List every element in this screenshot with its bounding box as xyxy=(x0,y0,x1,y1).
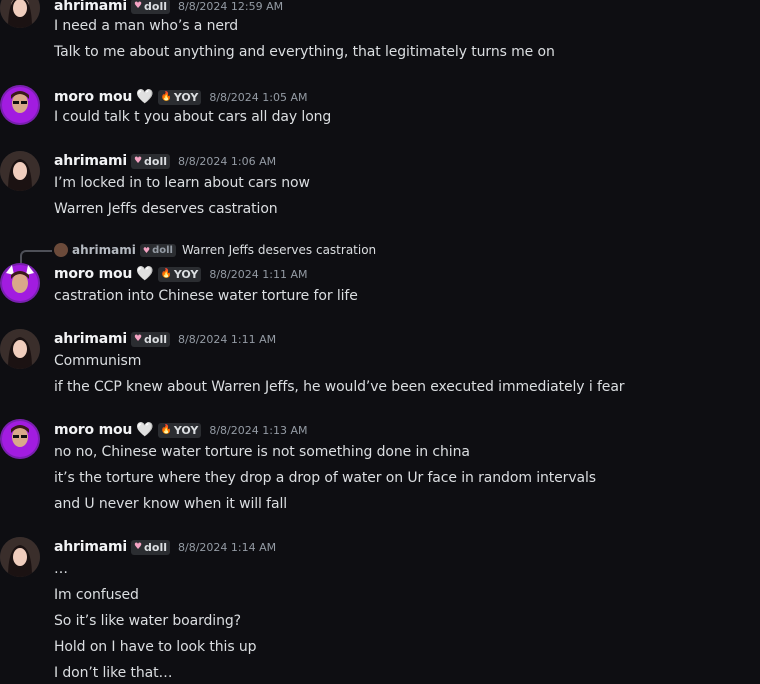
message-line: I need a man who’s a nerd xyxy=(54,18,239,34)
avatar-ahrimami[interactable] xyxy=(0,151,40,191)
message-line: Im confused xyxy=(54,587,139,603)
message-line: Warren Jeffs deserves castration xyxy=(54,201,278,217)
tag-label: doll xyxy=(144,332,168,346)
username[interactable]: ahrimami xyxy=(54,539,127,555)
timestamp: 8/8/2024 1:13 AM xyxy=(209,423,308,437)
username[interactable]: moro mou xyxy=(54,422,132,438)
message-line: no no, Chinese water torture is not some… xyxy=(54,444,470,460)
message-line: castration into Chinese water torture fo… xyxy=(54,288,358,304)
message-header: moro mou 🤍 🔥 YOY 8/8/2024 1:13 AM xyxy=(54,420,307,440)
heart-icon: ♥ xyxy=(133,542,143,552)
tag-label: YOY xyxy=(173,267,199,281)
tag-label: doll xyxy=(144,0,168,13)
timestamp: 8/8/2024 1:05 AM xyxy=(209,90,308,104)
tag-label: YOY xyxy=(173,423,199,437)
avatar-ahrimami[interactable] xyxy=(0,329,40,369)
white-heart-icon: 🤍 xyxy=(136,89,154,105)
username[interactable]: ahrimami xyxy=(54,153,127,169)
avatar-ahrimami[interactable] xyxy=(0,537,40,577)
message-line: if the CCP knew about Warren Jeffs, he w… xyxy=(54,379,625,395)
message-line: and U never know when it will fall xyxy=(54,496,288,512)
role-tag[interactable]: 🔥 YOY xyxy=(157,266,202,282)
heart-icon: ♥ xyxy=(133,1,143,11)
username[interactable]: moro mou xyxy=(54,89,132,105)
message-header: ahrimami ♥ doll 8/8/2024 1:14 AM xyxy=(54,537,276,557)
username[interactable]: ahrimami xyxy=(54,331,127,347)
reply-preview[interactable]: ahrimami ♥ doll Warren Jeffs deserves cas… xyxy=(54,241,376,259)
timestamp: 8/8/2024 1:14 AM xyxy=(178,540,277,554)
timestamp: 8/8/2024 1:06 AM xyxy=(178,154,277,168)
tag-label: doll xyxy=(144,154,168,168)
avatar-moro[interactable] xyxy=(0,263,40,303)
message-line: Talk to me about anything and everything… xyxy=(54,44,555,60)
tag-label: doll xyxy=(144,540,168,554)
role-tag[interactable]: 🔥 YOY xyxy=(157,422,202,438)
role-tag[interactable]: ♥ doll xyxy=(130,0,171,14)
fire-icon: 🔥 xyxy=(160,425,172,435)
message-line: So it’s like water boarding? xyxy=(54,613,241,629)
message-line: I could talk t you about cars all day lo… xyxy=(54,109,332,125)
message-header: ahrimami ♥ doll 8/8/2024 12:59 AM xyxy=(54,0,283,16)
message-header: ahrimami ♥ doll 8/8/2024 1:11 AM xyxy=(54,329,276,349)
reply-role-tag: ♥ doll xyxy=(139,243,176,257)
reply-username[interactable]: ahrimami xyxy=(72,243,136,257)
avatar-ahrimami[interactable] xyxy=(0,0,40,28)
tag-label: doll xyxy=(152,244,173,256)
message-line: Communism xyxy=(54,353,142,369)
heart-icon: ♥ xyxy=(142,245,151,255)
timestamp: 8/8/2024 1:11 AM xyxy=(178,332,277,346)
fire-icon: 🔥 xyxy=(160,269,172,279)
message-header: moro mou 🤍 🔥 YOY 8/8/2024 1:05 AM xyxy=(54,87,307,107)
reply-avatar xyxy=(54,243,68,257)
fire-icon: 🔥 xyxy=(160,92,172,102)
role-tag[interactable]: ♥ doll xyxy=(130,331,171,347)
role-tag[interactable]: ♥ doll xyxy=(130,539,171,555)
role-tag[interactable]: ♥ doll xyxy=(130,153,171,169)
white-heart-icon: 🤍 xyxy=(136,422,154,438)
reply-text: Warren Jeffs deserves castration xyxy=(181,243,377,257)
username[interactable]: moro mou xyxy=(54,266,132,282)
message-header: ahrimami ♥ doll 8/8/2024 1:06 AM xyxy=(54,151,276,171)
message-header: moro mou 🤍 🔥 YOY 8/8/2024 1:11 AM xyxy=(54,264,307,284)
white-heart-icon: 🤍 xyxy=(136,266,154,282)
message-line: I’m locked in to learn about cars now xyxy=(54,175,310,191)
heart-icon: ♥ xyxy=(133,156,143,166)
timestamp: 8/8/2024 1:11 AM xyxy=(209,267,308,281)
message-line: I don’t like that… xyxy=(54,665,173,681)
message-line: … xyxy=(54,561,68,577)
avatar-moro[interactable] xyxy=(0,85,40,125)
heart-icon: ♥ xyxy=(133,334,143,344)
tag-label: YOY xyxy=(173,90,199,104)
username[interactable]: ahrimami xyxy=(54,0,127,14)
role-tag[interactable]: 🔥 YOY xyxy=(157,89,202,105)
message-line: it’s the torture where they drop a drop … xyxy=(54,470,596,486)
avatar-moro[interactable] xyxy=(0,419,40,459)
timestamp: 8/8/2024 12:59 AM xyxy=(178,0,284,13)
message-line: Hold on I have to look this up xyxy=(54,639,257,655)
